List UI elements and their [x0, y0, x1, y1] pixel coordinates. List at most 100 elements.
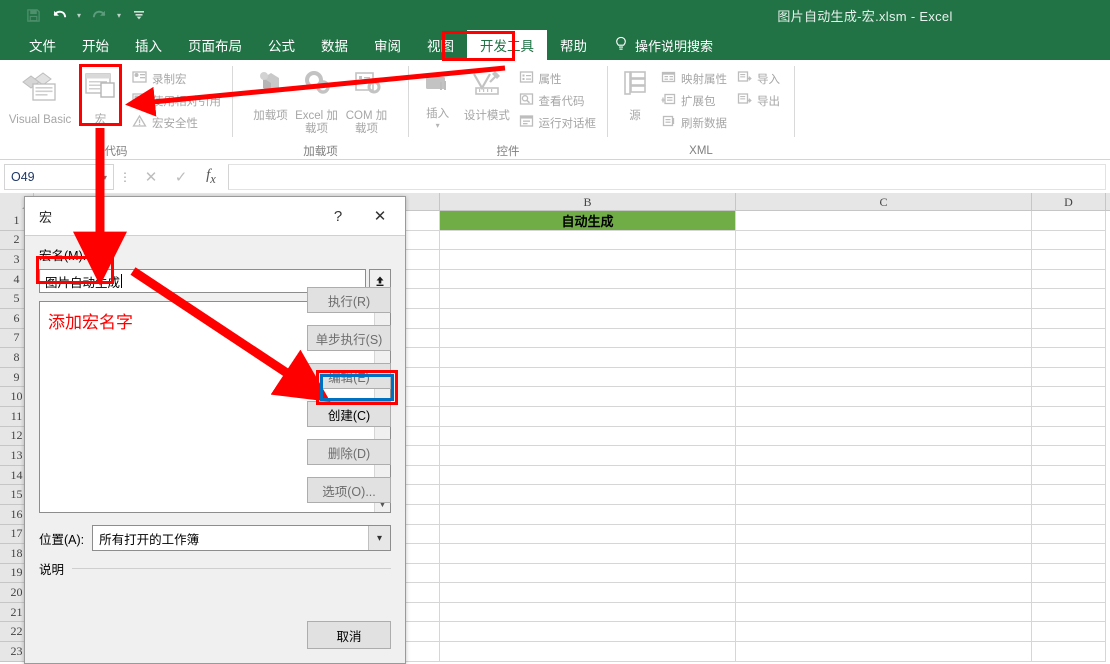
tab-file[interactable]: 文件 [16, 30, 69, 60]
cell-D3[interactable] [1032, 250, 1106, 270]
tab-review[interactable]: 审阅 [361, 30, 414, 60]
cell-B11[interactable] [440, 406, 736, 427]
name-box-dropdown-icon[interactable]: ▾ [103, 173, 107, 182]
cell-C9[interactable] [736, 367, 1032, 388]
tab-page-layout[interactable]: 页面布局 [175, 30, 255, 60]
cell-D18[interactable] [1032, 544, 1106, 564]
cell-B20[interactable] [440, 583, 736, 603]
close-icon[interactable]: ✕ [359, 199, 401, 233]
cell-C3[interactable] [736, 250, 1032, 270]
cell-B22[interactable] [440, 622, 736, 643]
visual-basic-button[interactable]: Visual Basic [6, 64, 74, 127]
cell-D5[interactable] [1032, 289, 1106, 309]
cell-B14[interactable] [440, 465, 736, 486]
cell-D10[interactable] [1032, 387, 1106, 407]
cell-C19[interactable] [736, 563, 1032, 584]
cell-C17[interactable] [736, 524, 1032, 545]
map-properties-button[interactable]: 映射属性 [656, 68, 732, 90]
cell-C12[interactable] [736, 426, 1032, 447]
location-select[interactable]: 所有打开的工作簿 ▾ [92, 525, 391, 551]
macro-security-button[interactable]: 宏安全性 [127, 112, 226, 134]
enter-icon[interactable]: ✓ [166, 164, 196, 190]
record-macro-button[interactable]: 录制宏 [127, 68, 226, 90]
cell-B10[interactable] [440, 387, 736, 407]
cell-C18[interactable] [736, 544, 1032, 564]
cell-B12[interactable] [440, 426, 736, 447]
formula-input[interactable] [228, 164, 1106, 190]
import-button[interactable]: 导入 [732, 68, 785, 90]
properties-button[interactable]: 属性 [514, 68, 602, 90]
cell-B5[interactable] [440, 289, 736, 309]
cell-C16[interactable] [736, 504, 1032, 525]
cell-B7[interactable] [440, 328, 736, 349]
cell-C4[interactable] [736, 269, 1032, 290]
cell-D4[interactable] [1032, 269, 1106, 290]
cell-D17[interactable] [1032, 524, 1106, 545]
cell-D2[interactable] [1032, 230, 1106, 251]
use-relative-reference-button[interactable]: 使用相对引用 [127, 90, 226, 112]
insert-function-icon[interactable]: fx [196, 164, 226, 190]
column-header-c[interactable]: C [736, 193, 1032, 211]
cell-B13[interactable] [440, 446, 736, 466]
cell-C14[interactable] [736, 465, 1032, 486]
cell-C1[interactable] [736, 211, 1032, 231]
insert-control-button[interactable]: 插入 ▾ [415, 64, 460, 130]
cell-C8[interactable] [736, 348, 1032, 368]
cell-C20[interactable] [736, 583, 1032, 603]
design-mode-button[interactable]: 设计模式 [460, 64, 513, 123]
cell-B4[interactable] [440, 269, 736, 290]
run-button[interactable]: 执行(R) [307, 287, 391, 313]
cell-C10[interactable] [736, 387, 1032, 407]
cell-C13[interactable] [736, 446, 1032, 466]
insert-control-dropdown-icon[interactable]: ▾ [436, 121, 440, 130]
cell-D14[interactable] [1032, 465, 1106, 486]
cell-B2[interactable] [440, 230, 736, 251]
column-header-b[interactable]: B [440, 193, 736, 211]
cell-D12[interactable] [1032, 426, 1106, 447]
cell-C2[interactable] [736, 230, 1032, 251]
export-button[interactable]: 导出 [732, 90, 785, 112]
cancel-button[interactable]: 取消 [307, 621, 391, 649]
cell-B21[interactable] [440, 602, 736, 623]
expansion-pack-button[interactable]: 扩展包 [656, 90, 732, 112]
cell-C22[interactable] [736, 622, 1032, 643]
cell-D8[interactable] [1032, 348, 1106, 368]
com-addins-button[interactable]: COM 加载项 [341, 64, 393, 136]
cell-D22[interactable] [1032, 622, 1106, 643]
tab-insert[interactable]: 插入 [122, 30, 175, 60]
options-button[interactable]: 选项(O)... [307, 477, 391, 503]
cell-B8[interactable] [440, 348, 736, 368]
tab-help[interactable]: 帮助 [547, 30, 600, 60]
refresh-data-button[interactable]: 刷新数据 [656, 112, 732, 134]
cell-B6[interactable] [440, 308, 736, 329]
cell-B18[interactable] [440, 544, 736, 564]
cell-D11[interactable] [1032, 406, 1106, 427]
cell-D16[interactable] [1032, 504, 1106, 525]
tab-data[interactable]: 数据 [308, 30, 361, 60]
xml-source-button[interactable]: 源 [614, 64, 656, 123]
step-into-button[interactable]: 单步执行(S) [307, 325, 391, 351]
cell-D23[interactable] [1032, 642, 1106, 662]
cell-B17[interactable] [440, 524, 736, 545]
cell-B9[interactable] [440, 367, 736, 388]
cell-B19[interactable] [440, 563, 736, 584]
cell-D9[interactable] [1032, 367, 1106, 388]
run-dialog-button[interactable]: 运行对话框 [514, 112, 602, 134]
cell-C6[interactable] [736, 308, 1032, 329]
cell-D13[interactable] [1032, 446, 1106, 466]
cell-D1[interactable] [1032, 211, 1106, 231]
cell-C11[interactable] [736, 406, 1032, 427]
cell-C7[interactable] [736, 328, 1032, 349]
addins-button[interactable]: 加载项 [249, 64, 293, 123]
chevron-down-icon[interactable]: ▾ [368, 526, 390, 550]
view-code-button[interactable]: 查看代码 [514, 90, 602, 112]
cell-D6[interactable] [1032, 308, 1106, 329]
cell-C15[interactable] [736, 485, 1032, 505]
cancel-icon[interactable]: ✕ [136, 164, 166, 190]
tell-me-search[interactable]: 操作说明搜索 [600, 30, 723, 60]
cell-C23[interactable] [736, 642, 1032, 662]
column-header-d[interactable]: D [1032, 193, 1106, 211]
cell-B1[interactable]: 自动生成 [440, 211, 736, 231]
cell-C21[interactable] [736, 602, 1032, 623]
excel-addins-button[interactable]: Excel 加载项 [293, 64, 341, 136]
